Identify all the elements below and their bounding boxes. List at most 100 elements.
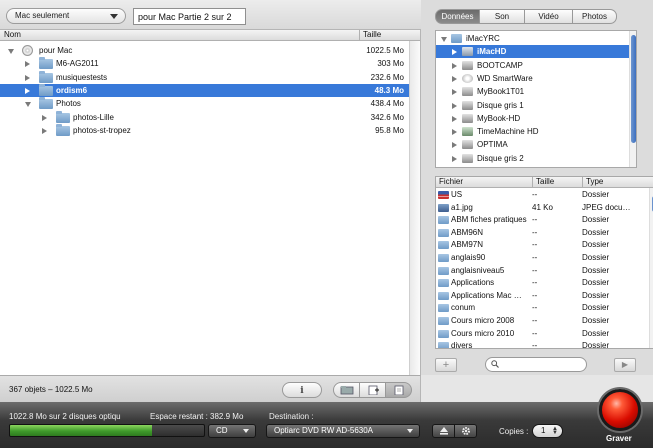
list-item[interactable]: photos-Lille 342.6 Mo bbox=[0, 110, 409, 124]
file-row[interactable]: ABM fiches pratiques -- Dossier bbox=[436, 214, 632, 227]
disclosure-closed-icon[interactable] bbox=[452, 75, 457, 82]
volume-item[interactable]: WD SmartWare bbox=[436, 72, 630, 85]
volume-item[interactable]: OPTIMA bbox=[436, 138, 630, 151]
search-input[interactable] bbox=[485, 357, 587, 372]
file-size: -- bbox=[532, 316, 538, 325]
file-row[interactable]: Applications -- Dossier bbox=[436, 277, 632, 290]
list-item[interactable]: photos-st-tropez 95.8 Mo bbox=[0, 123, 409, 137]
disclosure-open-icon[interactable] bbox=[25, 102, 31, 108]
disclosure-closed-icon[interactable] bbox=[42, 127, 47, 134]
disclosure-closed-icon[interactable] bbox=[42, 114, 47, 121]
volume-item[interactable]: iMacYRC bbox=[436, 32, 630, 45]
list-item-size: 95.8 Mo bbox=[375, 125, 404, 135]
new-folder-icon bbox=[340, 386, 353, 395]
column-header-file[interactable]: Fichier bbox=[436, 177, 532, 188]
stepper-arrows-icon[interactable]: ▲ ▼ bbox=[552, 426, 558, 436]
volume-item[interactable]: MyBook-HD bbox=[436, 112, 630, 125]
scrollbar[interactable] bbox=[409, 41, 420, 375]
file-row[interactable]: anglais90 -- Dossier bbox=[436, 252, 632, 265]
column-header-type[interactable]: Type bbox=[582, 177, 632, 188]
disclosure-closed-icon[interactable] bbox=[25, 61, 30, 68]
disclosure-closed-icon[interactable] bbox=[452, 142, 457, 149]
volume-scrollbar[interactable] bbox=[629, 31, 636, 167]
volume-item[interactable]: iMacHD bbox=[436, 45, 630, 59]
new-folder-button[interactable] bbox=[333, 382, 360, 398]
tab-son[interactable]: Son bbox=[480, 9, 525, 24]
disclosure-closed-icon[interactable] bbox=[452, 115, 457, 122]
file-scrollbar[interactable] bbox=[649, 188, 653, 348]
disclosure-closed-icon[interactable] bbox=[452, 89, 457, 96]
play-button[interactable]: ▶ bbox=[614, 358, 636, 372]
file-row[interactable]: ABM96N -- Dossier bbox=[436, 227, 632, 240]
disclosure-closed-icon[interactable] bbox=[25, 87, 30, 94]
file-name: anglaisniveau5 bbox=[451, 265, 505, 275]
scroll-thumb[interactable] bbox=[631, 35, 636, 143]
file-row[interactable]: divers -- Dossier bbox=[436, 340, 632, 348]
info-icon: i bbox=[300, 386, 304, 396]
list-item[interactable]: pour Mac 1022.5 Mo bbox=[0, 44, 409, 57]
gear-icon bbox=[461, 427, 470, 435]
add-button[interactable]: + bbox=[435, 358, 457, 372]
disclosure-closed-icon[interactable] bbox=[452, 62, 457, 69]
column-header-name[interactable]: Nom bbox=[4, 30, 21, 40]
drive-icon bbox=[462, 153, 473, 163]
info-button[interactable]: i bbox=[282, 382, 322, 398]
capacity-bar-fill bbox=[10, 425, 152, 436]
chevron-down-icon bbox=[110, 14, 118, 19]
folder-icon bbox=[39, 70, 53, 83]
file-row[interactable]: anglaisniveau5 -- Dossier bbox=[436, 265, 632, 278]
file-row[interactable]: Cours micro 2010 -- Dossier bbox=[436, 328, 632, 341]
list-item[interactable]: Photos 438.4 Mo bbox=[0, 97, 409, 110]
disclosure-open-icon[interactable] bbox=[8, 49, 14, 54]
file-row[interactable]: Cours micro 2008 -- Dossier bbox=[436, 315, 632, 328]
file-row[interactable]: Applications Mac … -- Dossier bbox=[436, 290, 632, 303]
folder-icon bbox=[39, 97, 53, 110]
copies-stepper[interactable]: 1 ▲ ▼ bbox=[532, 424, 563, 438]
tab-photos[interactable]: Photos bbox=[573, 9, 617, 24]
tab-donnes[interactable]: Données bbox=[435, 9, 480, 24]
file-type: Dossier bbox=[582, 190, 610, 199]
file-row[interactable]: a1.jpg 41 Ko JPEG docu… bbox=[436, 202, 632, 215]
folder-icon bbox=[438, 216, 449, 225]
column-header-size[interactable]: Taille bbox=[359, 30, 409, 41]
disclosure-closed-icon[interactable] bbox=[452, 129, 457, 136]
capacity-text: 1022.8 Mo sur 2 disques optiqu bbox=[9, 412, 121, 421]
media-size-popup[interactable]: CD bbox=[208, 424, 256, 438]
file-name: US bbox=[451, 190, 463, 199]
volume-item[interactable]: MyBook1T02 bbox=[436, 165, 630, 167]
list-item[interactable]: ordism6 48.3 Mo bbox=[0, 83, 409, 97]
file-type: Dossier bbox=[582, 227, 610, 237]
source-pane: Données Son Vidéo Photos iMacYRC iMacHD BOOTC… bbox=[421, 0, 653, 375]
file-size: -- bbox=[532, 278, 538, 288]
disclosure-closed-icon[interactable] bbox=[25, 74, 30, 81]
volume-item[interactable]: Disque gris 2 bbox=[436, 152, 630, 165]
folder-icon bbox=[438, 329, 449, 338]
disclosure-open-icon[interactable] bbox=[441, 37, 447, 42]
list-item[interactable]: musiquestests 232.6 Mo bbox=[0, 70, 409, 84]
file-row[interactable]: conum -- Dossier bbox=[436, 302, 632, 315]
file-row[interactable]: ABM97N -- Dossier bbox=[436, 239, 632, 252]
file-row[interactable]: US -- Dossier bbox=[436, 189, 632, 202]
add-files-button[interactable] bbox=[360, 382, 386, 398]
filter-popup[interactable]: Mac seulement bbox=[6, 8, 126, 24]
volume-item[interactable]: TimeMachine HD bbox=[436, 125, 630, 138]
disclosure-closed-icon[interactable] bbox=[452, 102, 457, 109]
burn-button[interactable] bbox=[599, 389, 641, 431]
disc-name-field[interactable] bbox=[133, 8, 246, 25]
disclosure-closed-icon[interactable] bbox=[452, 155, 457, 162]
volume-item[interactable]: Disque gris 1 bbox=[436, 99, 630, 112]
remove-file-button[interactable] bbox=[386, 382, 412, 398]
eject-button[interactable] bbox=[432, 424, 455, 438]
tab-vido[interactable]: Vidéo bbox=[525, 9, 573, 24]
folder-icon bbox=[451, 34, 462, 43]
list-item-size: 48.3 Mo bbox=[374, 85, 404, 95]
column-header-size[interactable]: Taille bbox=[532, 177, 582, 188]
file-type: Dossier bbox=[582, 278, 610, 288]
destination-popup[interactable]: Optiarc DVD RW AD-5630A bbox=[266, 424, 420, 438]
drive-icon bbox=[462, 140, 473, 150]
volume-item[interactable]: MyBook1T01 bbox=[436, 85, 630, 98]
disclosure-closed-icon[interactable] bbox=[452, 49, 457, 56]
list-item[interactable]: M6-AG2011 303 Mo bbox=[0, 57, 409, 70]
settings-button[interactable] bbox=[455, 424, 477, 438]
volume-item[interactable]: BOOTCAMP bbox=[436, 59, 630, 72]
